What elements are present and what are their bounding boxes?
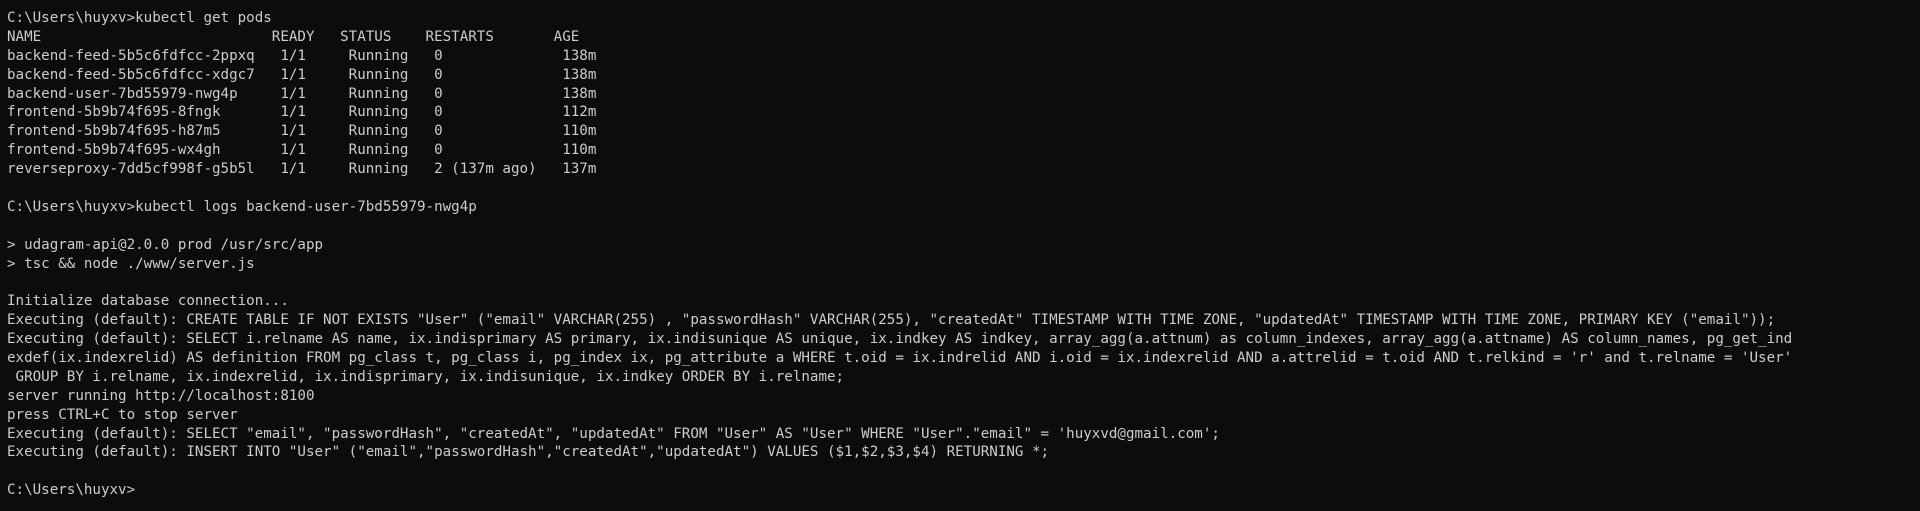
- terminal-window[interactable]: C:\Users\huyxv>kubectl get pods NAME REA…: [0, 0, 1920, 511]
- terminal-line: Executing (default): SELECT i.relname AS…: [7, 331, 1793, 348]
- terminal-line: Initialize database connection...: [7, 293, 289, 310]
- terminal-line: reverseproxy-7dd5cf998f-g5b5l 1/1 Runnin…: [7, 161, 597, 178]
- terminal-line: Executing (default): INSERT INTO "User" …: [7, 444, 1050, 461]
- terminal-line: C:\Users\huyxv>kubectl get pods: [7, 10, 272, 26]
- terminal-line: C:\Users\huyxv>kubectl logs backend-user…: [7, 198, 477, 215]
- terminal-line: server running http://localhost:8100: [7, 387, 315, 404]
- terminal-line: GROUP BY i.relname, ix.indexrelid, ix.in…: [7, 368, 845, 385]
- terminal-line: > tsc && node ./www/server.js: [7, 255, 255, 272]
- terminal-line: backend-feed-5b5c6fdfcc-xdgc7 1/1 Runnin…: [7, 66, 597, 83]
- terminal-line: press CTRL+C to stop server: [7, 406, 238, 423]
- command-prompt[interactable]: C:\Users\huyxv>: [7, 481, 1920, 500]
- terminal-line: frontend-5b9b74f695-wx4gh 1/1 Running 0 …: [7, 142, 597, 159]
- terminal-line: > udagram-api@2.0.0 prod /usr/src/app: [7, 236, 324, 253]
- terminal-line: backend-feed-5b5c6fdfcc-2ppxq 1/1 Runnin…: [7, 47, 597, 64]
- terminal-line: frontend-5b9b74f695-h87m5 1/1 Running 0 …: [7, 123, 597, 140]
- terminal-line: Executing (default): SELECT "email", "pa…: [7, 425, 1220, 442]
- terminal-line: backend-user-7bd55979-nwg4p 1/1 Running …: [7, 85, 597, 102]
- terminal-line: NAME READY STATUS RESTARTS AGE: [7, 28, 580, 45]
- terminal-line: frontend-5b9b74f695-8fngk 1/1 Running 0 …: [7, 104, 597, 121]
- terminal-line: Executing (default): CREATE TABLE IF NOT…: [7, 312, 1776, 329]
- terminal-line: exdef(ix.indexrelid) AS definition FROM …: [7, 350, 1793, 367]
